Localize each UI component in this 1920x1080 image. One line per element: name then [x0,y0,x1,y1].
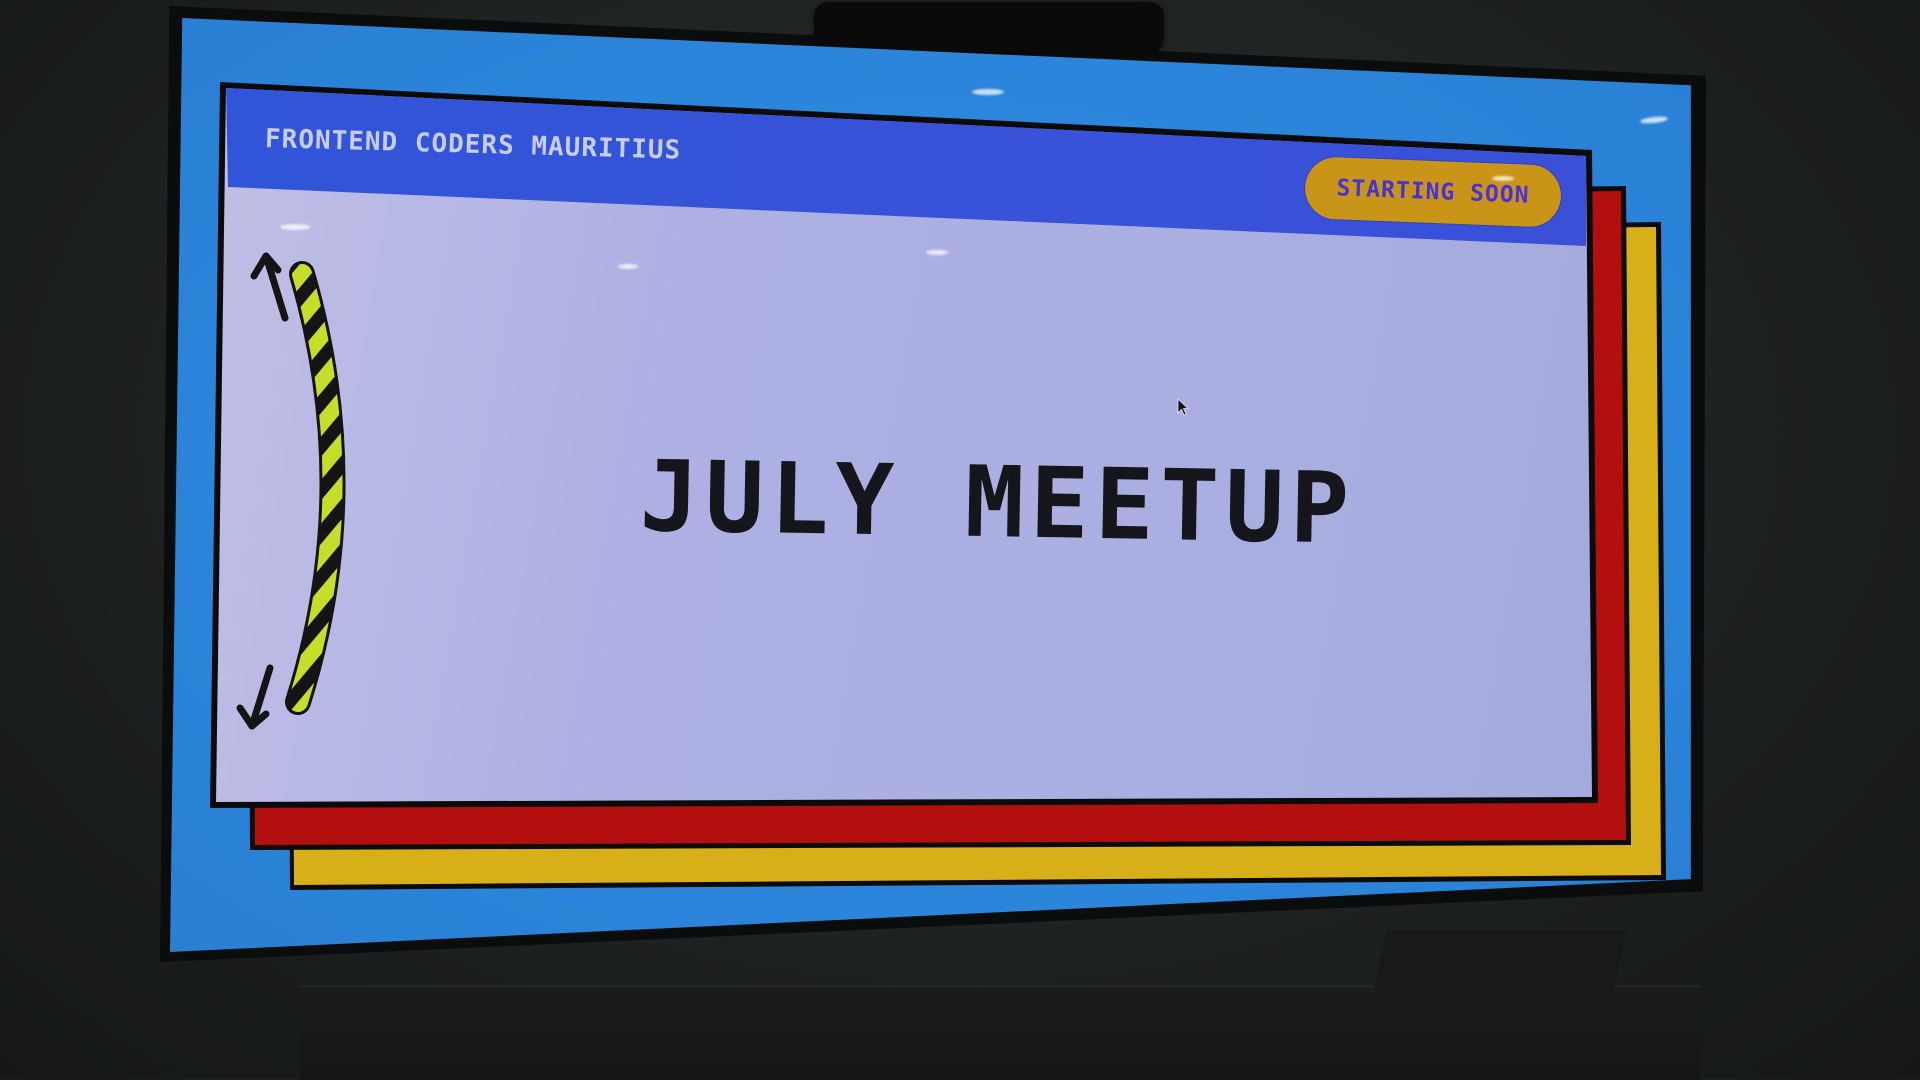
light-reflection [618,264,638,269]
slide-title: JULY MEETUP [639,440,1356,567]
tv-stand [1373,930,1627,990]
mouse-cursor-icon [1177,398,1190,416]
hazard-stripe-arc [236,252,346,730]
arrow-down-icon [236,664,274,730]
light-reflection [280,224,310,230]
light-reflection [972,89,1004,95]
status-badge: STARTING SOON [1303,156,1563,228]
room-shelf [300,985,1700,1080]
light-reflection [926,250,948,255]
arrow-up-icon [250,252,289,322]
light-reflection [1492,176,1514,181]
tv-camera-bar [814,2,1164,52]
